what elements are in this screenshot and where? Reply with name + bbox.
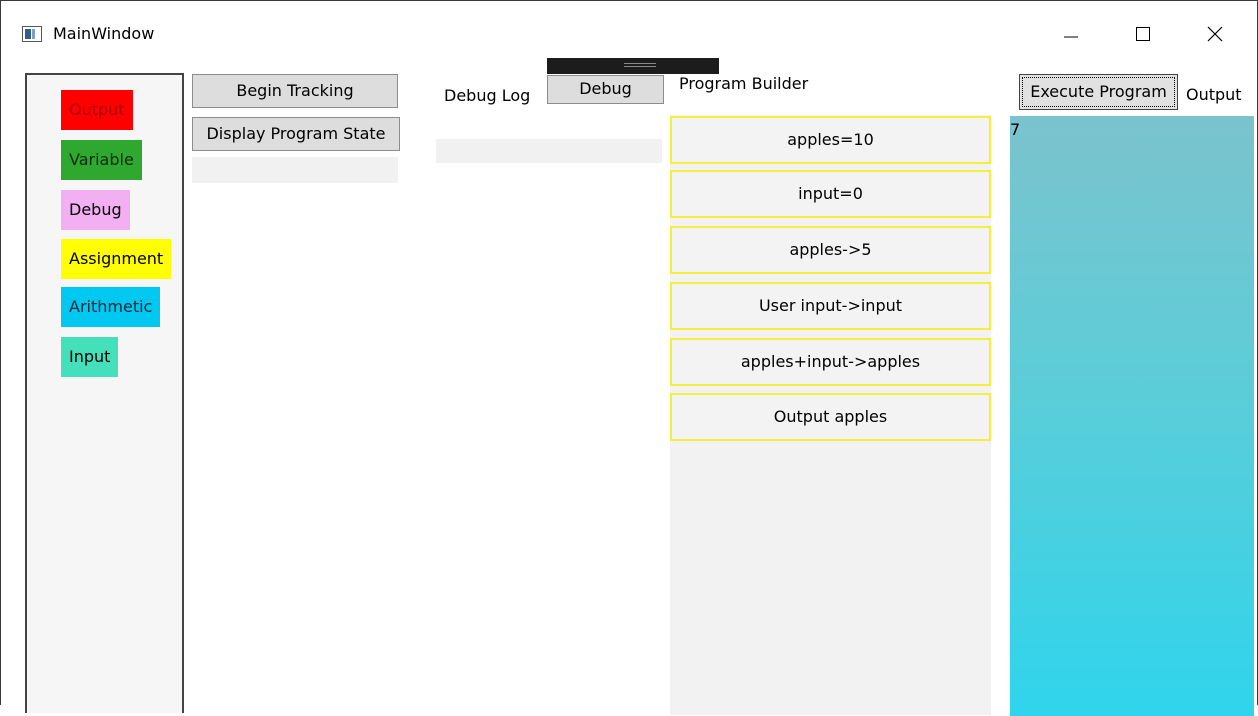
debug-log-label: Debug Log: [444, 86, 531, 105]
program-block[interactable]: apples=10: [670, 116, 991, 164]
debug-log-field[interactable]: [436, 139, 662, 163]
program-block[interactable]: Output apples: [670, 393, 991, 441]
minimize-icon: [1064, 36, 1078, 38]
maximize-button[interactable]: [1120, 12, 1166, 56]
maximize-icon: [1136, 27, 1150, 41]
output-value: 7: [1010, 120, 1021, 139]
program-builder-label: Program Builder: [679, 74, 809, 93]
program-block[interactable]: apples+input->apples: [670, 338, 991, 386]
output-label: Output: [1186, 85, 1242, 104]
drag-handle[interactable]: [547, 58, 719, 74]
palette-item-output[interactable]: Output: [61, 90, 133, 130]
program-block[interactable]: input=0: [670, 170, 991, 218]
app-window-icon: [22, 26, 42, 42]
palette-item-input[interactable]: Input: [61, 337, 119, 377]
palette-item-arithmetic[interactable]: Arithmetic: [61, 287, 161, 327]
program-block[interactable]: apples->5: [670, 226, 991, 274]
focus-rectangle: [1022, 77, 1175, 107]
output-area[interactable]: [1010, 116, 1254, 716]
block-palette: Output Variable Debug Assignment Arithme…: [25, 73, 184, 713]
palette-item-debug[interactable]: Debug: [61, 190, 130, 230]
debug-button[interactable]: Debug: [547, 75, 664, 104]
palette-item-assignment[interactable]: Assignment: [61, 239, 172, 279]
close-button[interactable]: [1192, 12, 1238, 56]
palette-item-variable[interactable]: Variable: [61, 140, 142, 180]
program-state-field[interactable]: [192, 157, 398, 183]
execute-program-button[interactable]: Execute Program: [1019, 74, 1178, 110]
close-icon: [1207, 26, 1223, 42]
begin-tracking-button[interactable]: Begin Tracking: [192, 74, 398, 108]
grip-icon: [624, 63, 656, 64]
minimize-button[interactable]: [1048, 12, 1094, 56]
display-program-state-button[interactable]: Display Program State: [192, 117, 400, 151]
program-block[interactable]: User input->input: [670, 282, 991, 330]
window-title: MainWindow: [53, 24, 155, 43]
